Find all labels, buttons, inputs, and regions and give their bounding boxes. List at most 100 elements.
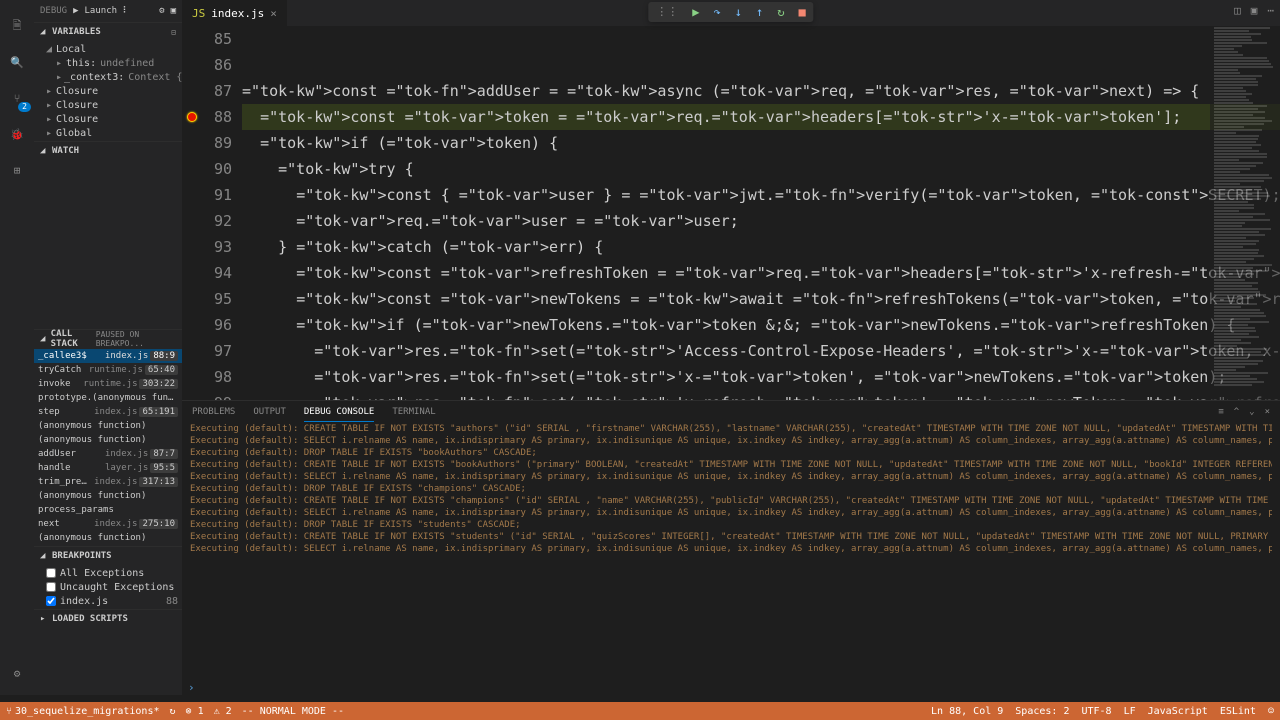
breakpoints-header[interactable]: ◢BREAKPOINTS	[34, 547, 182, 565]
code-line[interactable]: } ="tok-kw">catch (="tok-var">err) {	[242, 234, 1280, 260]
code-line[interactable]: ="tok-var">req.="tok-var">user = ="tok-v…	[242, 208, 1280, 234]
code-line[interactable]: ="tok-kw">const ="tok-var">newTokens = =…	[242, 286, 1280, 312]
variable-scope[interactable]: ▸Closure	[34, 98, 182, 112]
minimap[interactable]	[1210, 26, 1280, 400]
callstack-frame[interactable]: (anonymous function)	[34, 419, 182, 433]
status-warnings[interactable]: ⚠ 2	[214, 706, 232, 717]
callstack-frame[interactable]: nextindex.js275:10	[34, 517, 182, 531]
line-number: 90	[202, 156, 232, 182]
bp-checkbox[interactable]	[46, 596, 56, 606]
layout-icon[interactable]: ▣	[1251, 4, 1258, 17]
panel-close-icon[interactable]: ×	[1265, 407, 1270, 417]
debug-icon[interactable]: 🐞	[5, 122, 29, 146]
status-lang[interactable]: JavaScript	[1148, 706, 1208, 717]
extensions-icon[interactable]: ⊞	[5, 158, 29, 182]
variable-item[interactable]: ▸this:undefined	[34, 56, 182, 70]
callstack-frame[interactable]: tryCatchruntime.js65:40	[34, 363, 182, 377]
code-line[interactable]: ="tok-kw">const ="tok-var">token = ="tok…	[242, 104, 1280, 130]
variable-scope[interactable]: ▸Closure	[34, 112, 182, 126]
continue-icon[interactable]: ▶	[692, 5, 699, 19]
panel-maximize-icon[interactable]: ⌄	[1249, 407, 1254, 417]
source-control-icon[interactable]: ⑂2	[5, 86, 29, 110]
toolbar-grip-icon[interactable]: ⋮⋮	[656, 5, 678, 19]
code-line[interactable]: ="tok-var">res.="tok-fn">set(="tok-str">…	[242, 364, 1280, 390]
explorer-icon[interactable]: 🗎	[5, 14, 29, 38]
callstack-frame[interactable]: (anonymous function)	[34, 433, 182, 447]
breakpoint-item[interactable]: index.js88	[34, 594, 182, 608]
code-line[interactable]: ="tok-kw">try {	[242, 156, 1280, 182]
line-number: 94	[202, 260, 232, 286]
callstack-frame[interactable]: (anonymous function)	[34, 531, 182, 545]
code-line[interactable]	[242, 52, 1280, 78]
restart-icon[interactable]: ↻	[777, 5, 784, 19]
close-tab-icon[interactable]: ×	[270, 7, 277, 20]
code-line[interactable]: ="tok-var">res.="tok-fn">set(="tok-str">…	[242, 390, 1280, 400]
status-errors[interactable]: ⊗ 1	[186, 706, 204, 717]
bp-uncaught-exceptions[interactable]: Uncaught Exceptions	[34, 580, 182, 594]
tab-terminal[interactable]: TERMINAL	[392, 403, 435, 421]
code-line[interactable]: ="tok-kw">if (="tok-var">token) {	[242, 130, 1280, 156]
variable-scope[interactable]: ▸Closure	[34, 84, 182, 98]
bp-all-exceptions[interactable]: All Exceptions	[34, 566, 182, 580]
tab-problems[interactable]: PROBLEMS	[192, 403, 235, 421]
split-editor-icon[interactable]: ◫	[1234, 4, 1241, 17]
tab-debug-console[interactable]: DEBUG CONSOLE	[304, 403, 374, 422]
search-icon[interactable]: 🔍	[5, 50, 29, 74]
status-feedback-icon[interactable]: ☺	[1268, 706, 1274, 717]
tab-output[interactable]: OUTPUT	[253, 403, 286, 421]
start-debug-icon[interactable]: ▶	[73, 6, 78, 16]
callstack-frame[interactable]: (anonymous function)	[34, 489, 182, 503]
debug-console-output[interactable]: Executing (default): CREATE TABLE IF NOT…	[182, 423, 1280, 681]
console-line: Executing (default): CREATE TABLE IF NOT…	[190, 495, 1272, 507]
breakpoint-marker-icon[interactable]	[187, 112, 197, 122]
debug-gear-icon[interactable]: ⚙	[159, 6, 164, 16]
watch-header[interactable]: ◢WATCH	[34, 142, 182, 160]
code-line[interactable]: ="tok-kw">if (="tok-var">newTokens.="tok…	[242, 312, 1280, 338]
panel-filter-icon[interactable]: ≡	[1218, 407, 1223, 417]
bp-checkbox[interactable]	[46, 582, 56, 592]
status-eol[interactable]: LF	[1124, 706, 1136, 717]
more-actions-icon[interactable]: ⋯	[1267, 4, 1274, 17]
callstack-frame[interactable]: invokeruntime.js303:22	[34, 377, 182, 391]
step-over-icon[interactable]: ↷	[714, 5, 721, 19]
code-line[interactable]: ="tok-var">res.="tok-fn">set(="tok-str">…	[242, 338, 1280, 364]
callstack-frame[interactable]: handlelayer.js95:5	[34, 461, 182, 475]
tab-index-js[interactable]: JS index.js ×	[182, 0, 287, 26]
status-spaces[interactable]: Spaces: 2	[1015, 706, 1069, 717]
callstack-header[interactable]: ◢CALL STACKPAUSED ON BREAKPO...	[34, 330, 182, 348]
status-branch[interactable]: ⑂ 30_sequelize_migrations*	[6, 706, 160, 717]
callstack-frame[interactable]: trim_prefixindex.js317:13	[34, 475, 182, 489]
variable-scope[interactable]: ◢Local	[34, 42, 182, 56]
bp-checkbox[interactable]	[46, 568, 56, 578]
variables-header[interactable]: ◢VARIABLES⊟	[34, 23, 182, 41]
breakpoint-gutter[interactable]	[182, 26, 202, 400]
callstack-frame[interactable]: process_params	[34, 503, 182, 517]
code-line[interactable]	[242, 26, 1280, 52]
callstack-frame[interactable]: prototype.(anonymous functi…	[34, 391, 182, 405]
code-line[interactable]: ="tok-kw">const ="tok-fn">addUser = ="to…	[242, 78, 1280, 104]
callstack-frame[interactable]: _callee3$index.js88:9	[34, 349, 182, 363]
step-out-icon[interactable]: ↑	[756, 5, 763, 19]
callstack-frame[interactable]: addUserindex.js87:7	[34, 447, 182, 461]
debug-toolbar[interactable]: ⋮⋮ ▶ ↷ ↓ ↑ ↻ ■	[648, 2, 813, 22]
callstack-frame[interactable]: stepindex.js65:191	[34, 405, 182, 419]
variable-item[interactable]: ▸_context3:Context {tryEntri…	[34, 70, 182, 84]
settings-gear-icon[interactable]: ⚙	[5, 661, 29, 685]
launch-config-select[interactable]: Launch ⠇	[85, 6, 154, 16]
code-line[interactable]: ="tok-kw">const { ="tok-var">user } = ="…	[242, 182, 1280, 208]
status-eslint[interactable]: ESLint	[1220, 706, 1256, 717]
panel-collapse-icon[interactable]: ^	[1234, 407, 1239, 417]
step-into-icon[interactable]: ↓	[735, 5, 742, 19]
loaded-scripts-header[interactable]: ▸LOADED SCRIPTS	[34, 610, 182, 628]
status-sync[interactable]: ↻	[170, 706, 176, 717]
code-body[interactable]: ="tok-kw">const ="tok-fn">addUser = ="to…	[242, 26, 1280, 400]
collapse-icon[interactable]: ⊟	[171, 28, 176, 37]
code-area[interactable]: 858687888990919293949596979899 ="tok-kw"…	[182, 26, 1280, 400]
code-line[interactable]: ="tok-kw">const ="tok-var">refreshToken …	[242, 260, 1280, 286]
status-encoding[interactable]: UTF-8	[1081, 706, 1111, 717]
debug-console-input[interactable]: ›	[182, 681, 1280, 695]
debug-console-toggle-icon[interactable]: ▣	[171, 6, 176, 16]
stop-icon[interactable]: ■	[798, 5, 805, 19]
variable-scope[interactable]: ▸Global	[34, 126, 182, 140]
status-lncol[interactable]: Ln 88, Col 9	[931, 706, 1003, 717]
